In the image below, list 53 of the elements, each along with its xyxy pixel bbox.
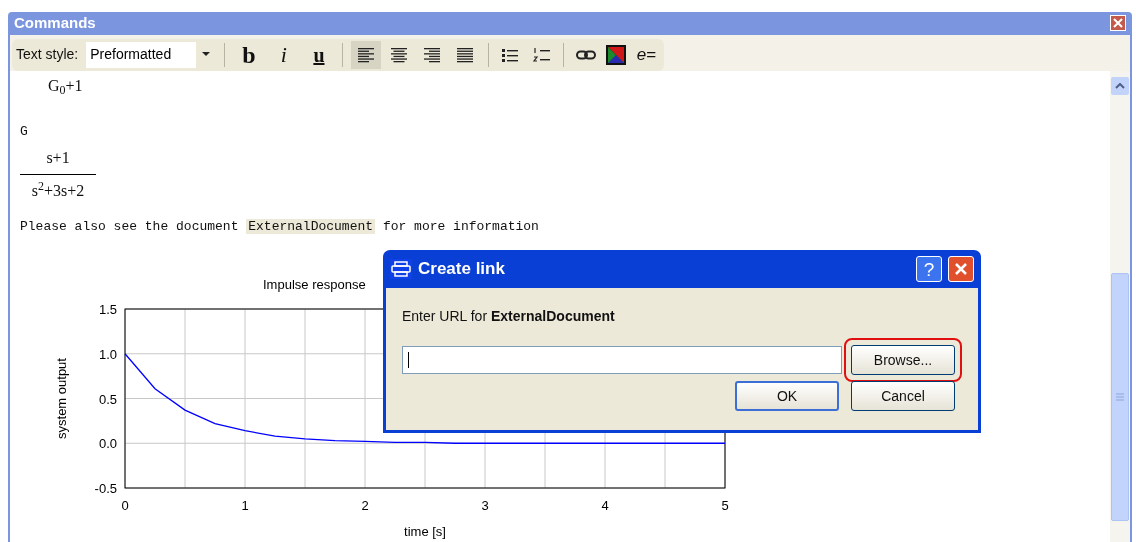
- paragraph: Please also see the document ExternalDocument for more information: [20, 217, 539, 236]
- x-tick-label: 0: [121, 498, 129, 513]
- chain-link-icon: [575, 49, 596, 60]
- format-button[interactable]: b: [233, 40, 265, 69]
- equation-button[interactable]: e=: [632, 40, 660, 69]
- dialog-prompt: Enter URL for ExternalDocument: [402, 308, 615, 324]
- numbered-list-icon: [532, 46, 551, 63]
- x-tick-label: 2: [361, 498, 369, 513]
- format-button[interactable]: i: [268, 40, 300, 69]
- dialog-title: Create link: [418, 258, 506, 281]
- dialog-button[interactable]: OK: [735, 381, 839, 411]
- close-button[interactable]: [1110, 15, 1126, 32]
- align-icon: [357, 46, 375, 63]
- close-button[interactable]: [948, 256, 974, 282]
- x-tick-label: 1: [241, 498, 249, 513]
- x-tick-label: 5: [721, 498, 729, 513]
- align-icon: [390, 46, 409, 63]
- close-icon: [1113, 18, 1123, 29]
- y-tick-label: 1.0: [98, 346, 117, 362]
- math-expression: G$_{0}$+1: [48, 76, 83, 94]
- align-icon: [423, 46, 442, 63]
- scroll-thumb[interactable]: [1111, 272, 1129, 521]
- caret-icon: [202, 52, 211, 57]
- y-tick-label: 0.5: [98, 391, 117, 407]
- browse-button[interactable]: Browse...: [851, 345, 955, 375]
- y-tick-label: 0.0: [98, 436, 117, 452]
- link-text[interactable]: ExternalDocument: [246, 218, 376, 234]
- denominator: s$^{2}$+3s+2: [31, 178, 85, 201]
- scrollbar[interactable]: [1110, 70, 1130, 542]
- window-title: Commands: [14, 13, 97, 33]
- align-button[interactable]: [351, 40, 381, 69]
- chart-title: Impulse response: [263, 277, 366, 292]
- align-icon: [456, 46, 475, 63]
- numerator: s+1: [46, 147, 70, 168]
- y-tick-label: 1.5: [98, 302, 117, 317]
- scroll-up-button[interactable]: [1111, 76, 1129, 95]
- dialog-button[interactable]: Cancel: [851, 381, 955, 411]
- grip-icon: [1116, 392, 1124, 401]
- x-tick-label: 4: [601, 498, 609, 513]
- y-axis-label: system output: [54, 358, 69, 439]
- x-tick-label: 3: [481, 498, 489, 513]
- url-field[interactable]: [402, 346, 842, 374]
- color-swatch-icon: [606, 44, 626, 65]
- bullet-list-icon: [501, 47, 520, 62]
- format-button[interactable]: u: [303, 40, 335, 69]
- help-button[interactable]: ?: [916, 256, 942, 282]
- printer-icon: [390, 259, 412, 279]
- x-axis-label: time [s]: [404, 524, 446, 539]
- close-icon: [954, 262, 968, 276]
- code-line: G: [20, 123, 28, 139]
- y-tick-label: -0.5: [94, 481, 117, 496]
- text-style-label: Text style:: [16, 45, 79, 64]
- text-style-select[interactable]: Preformatted: [86, 41, 217, 68]
